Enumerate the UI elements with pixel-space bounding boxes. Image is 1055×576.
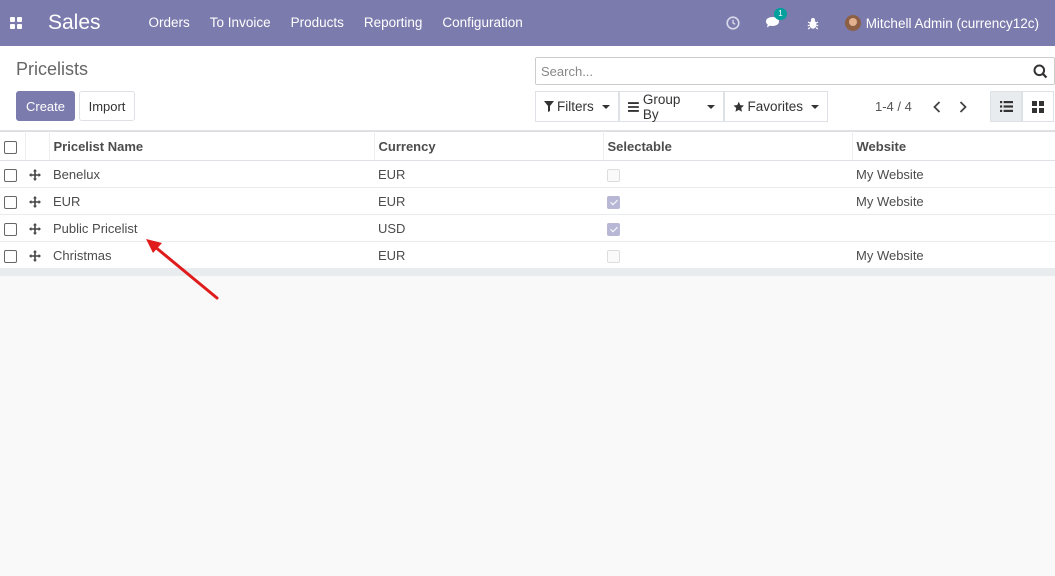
selectable-checkbox <box>607 168 620 182</box>
column-header-name[interactable]: Pricelist Name <box>49 131 375 161</box>
row-checkbox[interactable] <box>4 249 17 263</box>
star-icon <box>733 101 744 112</box>
table-header-row: Pricelist Name Currency Selectable Websi… <box>0 131 1055 161</box>
handle-column-header <box>25 131 50 161</box>
main-menu: Orders To Invoice Products Reporting Con… <box>139 0 533 46</box>
row-checkbox[interactable] <box>4 222 17 236</box>
column-header-selectable[interactable]: Selectable <box>603 131 853 161</box>
chevron-right-icon[interactable] <box>950 91 976 122</box>
row-checkbox[interactable] <box>4 168 17 182</box>
user-name: Mitchell Admin (currency12c) <box>865 15 1039 31</box>
drag-handle-icon[interactable] <box>29 196 41 209</box>
table-row[interactable]: Benelux EUR My Website <box>0 160 1055 188</box>
currency: EUR <box>374 160 603 188</box>
select-all-checkbox[interactable] <box>4 140 17 154</box>
table-row[interactable]: EUR EUR My Website <box>0 187 1055 215</box>
chevron-down-icon <box>707 104 715 109</box>
menu-reporting[interactable]: Reporting <box>354 0 433 46</box>
drag-handle-icon[interactable] <box>29 169 41 182</box>
favorites-dropdown[interactable]: Favorites <box>724 91 828 122</box>
message-count-badge: 1 <box>774 8 787 20</box>
menu-products[interactable]: Products <box>281 0 354 46</box>
chevron-down-icon <box>811 104 819 109</box>
table-row[interactable]: Christmas EUR My Website <box>0 241 1055 269</box>
favorites-label: Favorites <box>747 99 803 114</box>
list-view-icon[interactable] <box>990 91 1022 122</box>
control-panel: Pricelists Create Import Filters Group B… <box>0 46 1055 131</box>
search-input[interactable] <box>536 58 1016 84</box>
website <box>852 214 1055 242</box>
avatar <box>844 15 861 31</box>
menu-configuration[interactable]: Configuration <box>432 0 532 46</box>
activity-clock-icon[interactable] <box>713 0 753 46</box>
debug-bug-icon[interactable] <box>793 0 833 46</box>
search-icon[interactable] <box>1033 64 1048 79</box>
chevron-left-icon[interactable] <box>924 91 950 122</box>
apps-menu-icon[interactable] <box>0 0 32 46</box>
groupby-dropdown[interactable]: Group By <box>619 91 724 122</box>
group-by-icon <box>628 101 639 112</box>
create-button[interactable]: Create <box>16 91 75 121</box>
drag-handle-icon[interactable] <box>29 250 41 263</box>
pricelist-name: EUR <box>49 187 374 215</box>
table-row[interactable]: Public Pricelist USD <box>0 214 1055 242</box>
menu-to-invoice[interactable]: To Invoice <box>200 0 281 46</box>
pricelist-table: Pricelist Name Currency Selectable Websi… <box>0 131 1055 276</box>
column-header-website[interactable]: Website <box>852 131 1055 161</box>
chevron-down-icon <box>601 104 610 109</box>
pricelist-name: Benelux <box>49 160 374 188</box>
pricelist-name: Christmas <box>49 241 374 269</box>
website: My Website <box>852 241 1055 269</box>
pager: 1-4 / 4 <box>875 91 976 122</box>
currency: USD <box>374 214 603 242</box>
search-bar <box>535 57 1055 85</box>
currency: EUR <box>374 241 603 269</box>
filters-dropdown[interactable]: Filters <box>535 91 619 122</box>
view-switcher <box>990 91 1054 122</box>
groupby-label: Group By <box>642 91 681 122</box>
currency: EUR <box>374 187 603 215</box>
website: My Website <box>852 187 1055 215</box>
menu-orders[interactable]: Orders <box>139 0 200 46</box>
pricelist-name: Public Pricelist <box>49 214 374 242</box>
list-footer <box>0 269 1055 276</box>
page-title: Pricelists <box>16 59 89 79</box>
top-navbar: Sales Orders To Invoice Products Reporti… <box>0 0 1055 46</box>
pager-value[interactable]: 1-4 / 4 <box>875 99 912 114</box>
website: My Website <box>852 160 1055 188</box>
filters-label: Filters <box>557 99 594 114</box>
import-button[interactable]: Import <box>79 91 135 121</box>
app-name[interactable]: Sales <box>48 11 101 35</box>
drag-handle-icon[interactable] <box>29 223 41 236</box>
selectable-checkbox <box>607 249 620 263</box>
selectable-checkbox <box>607 222 620 236</box>
row-checkbox[interactable] <box>4 195 17 209</box>
user-menu[interactable]: Mitchell Admin (currency12c) <box>833 15 1055 31</box>
filter-icon <box>544 101 554 112</box>
messaging-icon[interactable]: 1 <box>753 0 793 46</box>
kanban-view-icon[interactable] <box>1022 91 1054 122</box>
selectable-checkbox <box>607 195 620 209</box>
column-header-currency[interactable]: Currency <box>374 131 604 161</box>
